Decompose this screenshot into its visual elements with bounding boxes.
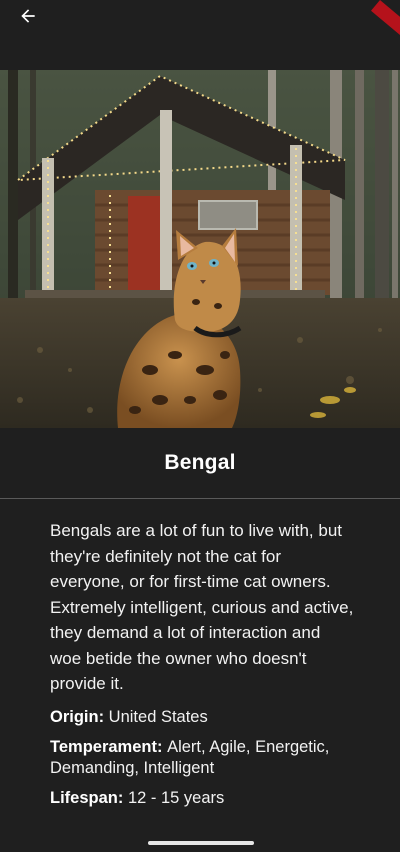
temperament-label: Temperament: bbox=[50, 737, 168, 756]
lifespan-row: Lifespan: 12 - 15 years bbox=[50, 788, 355, 809]
origin-row: Origin: United States bbox=[50, 707, 355, 728]
debug-banner bbox=[371, 0, 400, 37]
breed-description: Bengals are a lot of fun to live with, b… bbox=[50, 521, 354, 693]
lifespan-label: Lifespan: bbox=[50, 788, 128, 807]
origin-label: Origin: bbox=[50, 707, 109, 726]
origin-value: United States bbox=[108, 707, 208, 726]
breed-details: Bengals are a lot of fun to live with, b… bbox=[50, 518, 355, 818]
app-bar bbox=[0, 0, 400, 70]
lifespan-value: 12 - 15 years bbox=[127, 788, 225, 807]
home-indicator[interactable] bbox=[148, 841, 254, 845]
breed-hero-image bbox=[0, 70, 400, 428]
back-button[interactable] bbox=[12, 0, 44, 32]
arrow-left-icon bbox=[21, 9, 35, 23]
breed-detail-screen: Bengal Bengals are a lot of fun to live … bbox=[0, 0, 400, 852]
bengal-cat-photo bbox=[0, 70, 400, 428]
breed-name: Bengal bbox=[164, 451, 236, 474]
breed-title-section: Bengal bbox=[0, 428, 400, 499]
temperament-row: Temperament: Alert, Agile, Energetic, De… bbox=[50, 737, 355, 779]
